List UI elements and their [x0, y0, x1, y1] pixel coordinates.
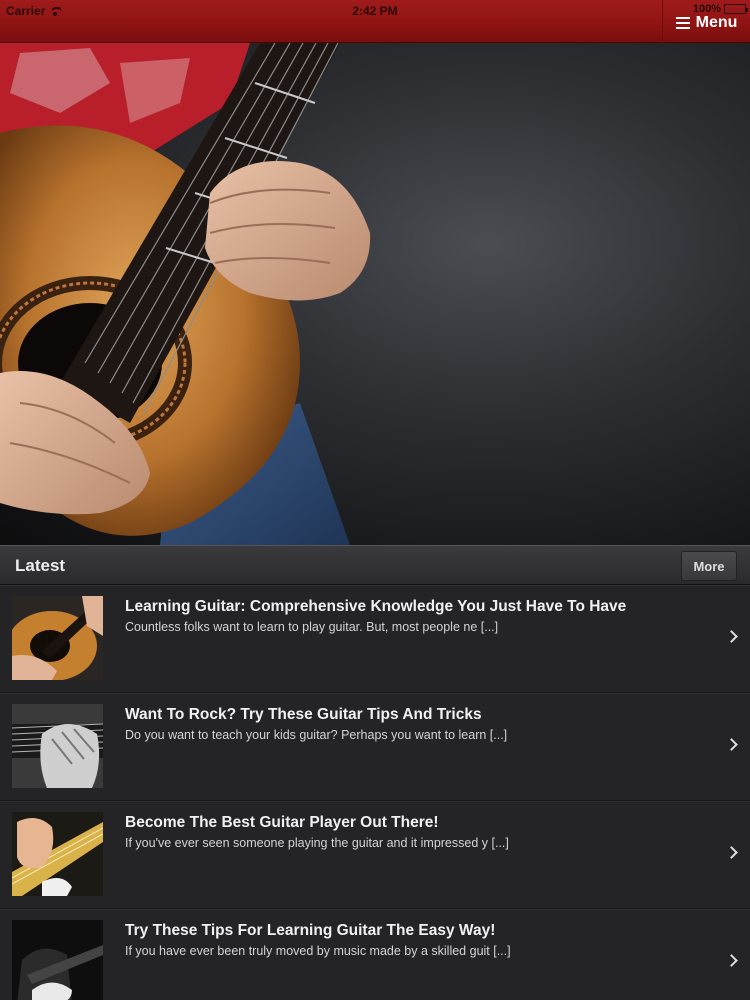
list-item[interactable]: Try These Tips For Learning Guitar The E… — [0, 909, 750, 1000]
more-button[interactable]: More — [681, 551, 737, 581]
section-title: Latest — [15, 556, 66, 575]
post-excerpt: Countless folks want to learn to play gu… — [125, 620, 499, 634]
post-title: Learning Guitar: Comprehensive Knowledge… — [125, 598, 627, 615]
chevron-right-icon — [725, 630, 738, 643]
post-thumbnail — [12, 920, 103, 1000]
top-bar: Carrier 2:42 PM 100% Menu — [0, 0, 750, 43]
menu-button[interactable]: Menu — [662, 0, 750, 43]
hamburger-icon — [675, 16, 690, 29]
chevron-right-icon — [725, 954, 738, 967]
latest-section-header: Latest More — [0, 545, 750, 585]
post-title: Try These Tips For Learning Guitar The E… — [125, 922, 496, 939]
guitar-photo — [0, 43, 371, 545]
post-thumbnail — [12, 596, 103, 680]
chevron-right-icon — [725, 846, 738, 859]
menu-label: Menu — [695, 13, 738, 31]
chevron-right-icon — [725, 738, 738, 751]
post-thumbnail — [12, 812, 103, 896]
post-excerpt: If you have ever been truly moved by mus… — [125, 944, 511, 958]
post-excerpt: Do you want to teach your kids guitar? P… — [125, 728, 508, 742]
list-item[interactable]: Want To Rock? Try These Guitar Tips And … — [0, 693, 750, 801]
posts-list: Learning Guitar: Comprehensive Knowledge… — [0, 585, 750, 1000]
hero-image — [0, 43, 750, 545]
post-excerpt: If you've ever seen someone playing the … — [125, 836, 509, 850]
post-title: Want To Rock? Try These Guitar Tips And … — [125, 706, 482, 723]
post-title: Become The Best Guitar Player Out There! — [125, 814, 439, 831]
list-item[interactable]: Learning Guitar: Comprehensive Knowledge… — [0, 585, 750, 693]
status-time: 2:42 PM — [352, 4, 398, 18]
status-bar: Carrier 2:42 PM 100% — [0, 0, 750, 20]
post-thumbnail — [12, 704, 103, 788]
list-item[interactable]: Become The Best Guitar Player Out There!… — [0, 801, 750, 909]
